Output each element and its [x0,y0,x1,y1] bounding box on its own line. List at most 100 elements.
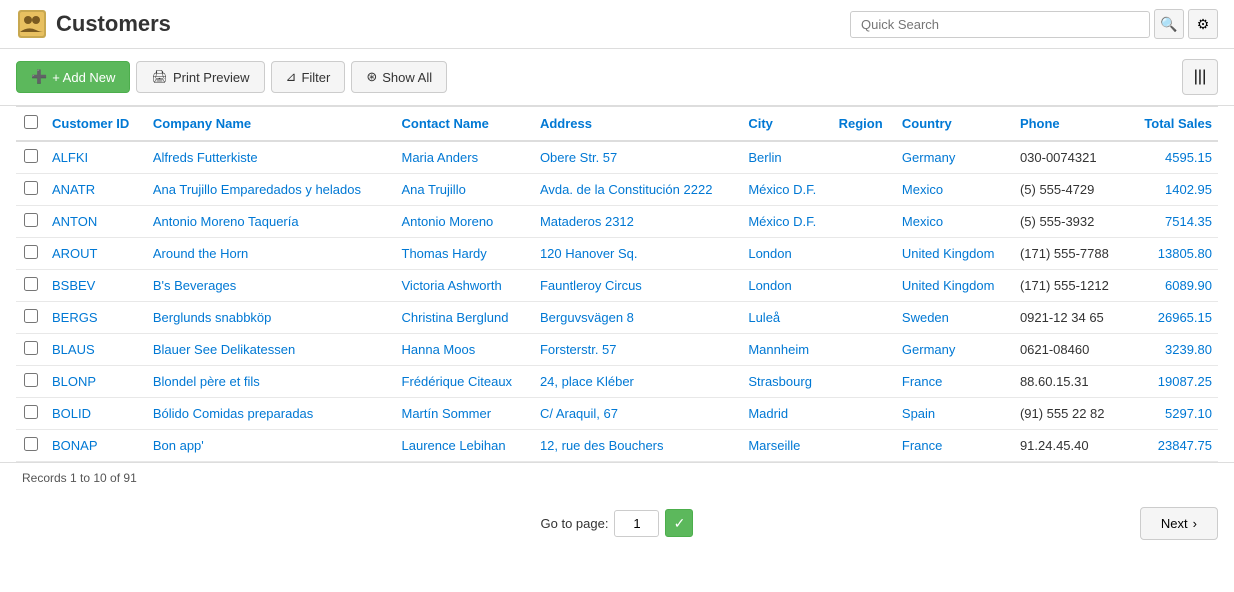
cell-customer-id[interactable]: BLAUS [46,334,147,366]
cell-total-sales: 6089.90 [1128,270,1218,302]
cell-country[interactable]: Germany [896,141,1014,174]
cell-contact-name[interactable]: Victoria Ashworth [396,270,534,302]
cell-contact-name[interactable]: Frédérique Citeaux [396,366,534,398]
cell-customer-id[interactable]: BONAP [46,430,147,462]
cell-region [833,366,896,398]
cell-city: London [742,238,832,270]
cell-company-name[interactable]: Berglunds snabbköp [147,302,396,334]
row-checkbox-cell[interactable] [16,302,46,334]
cell-address: Forsterstr. 57 [534,334,742,366]
settings-button[interactable]: ⚙ [1188,9,1218,39]
cell-company-name[interactable]: Antonio Moreno Taquería [147,206,396,238]
cell-customer-id[interactable]: ANATR [46,174,147,206]
row-checkbox[interactable] [24,405,38,419]
row-checkbox-cell[interactable] [16,206,46,238]
cell-address: C/ Araquil, 67 [534,398,742,430]
row-checkbox-cell[interactable] [16,366,46,398]
cell-company-name[interactable]: Bólido Comidas preparadas [147,398,396,430]
row-checkbox[interactable] [24,245,38,259]
cell-region [833,174,896,206]
add-new-button[interactable]: ➕ + Add New [16,61,130,93]
cell-country[interactable]: France [896,430,1014,462]
next-button[interactable]: Next › [1140,507,1218,540]
cell-total-sales: 7514.35 [1128,206,1218,238]
row-checkbox[interactable] [24,277,38,291]
cell-company-name[interactable]: Blauer See Delikatessen [147,334,396,366]
cell-address: 12, rue des Bouchers [534,430,742,462]
table-row: ANTON Antonio Moreno Taquería Antonio Mo… [16,206,1218,238]
cell-country[interactable]: Mexico [896,206,1014,238]
cell-total-sales: 3239.80 [1128,334,1218,366]
col-city[interactable]: City [742,107,832,142]
select-all-header[interactable] [16,107,46,142]
cell-contact-name[interactable]: Antonio Moreno [396,206,534,238]
cell-company-name[interactable]: Blondel père et fils [147,366,396,398]
cell-contact-name[interactable]: Maria Anders [396,141,534,174]
filter-button[interactable]: ⊿ Filter [271,61,346,93]
cell-customer-id[interactable]: BLONP [46,366,147,398]
cell-address: Berguvsvägen 8 [534,302,742,334]
go-button[interactable]: ✓ [665,509,693,537]
cell-country[interactable]: Sweden [896,302,1014,334]
cell-company-name[interactable]: Bon app' [147,430,396,462]
print-preview-button[interactable]: 🖨 Print Preview [136,61,264,93]
cell-city: México D.F. [742,174,832,206]
select-all-checkbox[interactable] [24,115,38,129]
show-all-button[interactable]: ⊛ Show All [351,61,447,93]
row-checkbox-cell[interactable] [16,430,46,462]
row-checkbox-cell[interactable] [16,398,46,430]
table-row: BLONP Blondel père et fils Frédérique Ci… [16,366,1218,398]
cell-company-name[interactable]: B's Beverages [147,270,396,302]
cell-contact-name[interactable]: Martín Sommer [396,398,534,430]
page-title: Customers [56,11,171,37]
cell-country[interactable]: United Kingdom [896,270,1014,302]
row-checkbox-cell[interactable] [16,270,46,302]
cell-customer-id[interactable]: AROUT [46,238,147,270]
row-checkbox[interactable] [24,341,38,355]
cell-company-name[interactable]: Alfreds Futterkiste [147,141,396,174]
col-contact-name[interactable]: Contact Name [396,107,534,142]
row-checkbox-cell[interactable] [16,334,46,366]
col-customer-id[interactable]: Customer ID [46,107,147,142]
cell-company-name[interactable]: Ana Trujillo Emparedados y helados [147,174,396,206]
page-input[interactable] [614,510,659,537]
cell-company-name[interactable]: Around the Horn [147,238,396,270]
col-region[interactable]: Region [833,107,896,142]
row-checkbox-cell[interactable] [16,238,46,270]
row-checkbox[interactable] [24,309,38,323]
cell-contact-name[interactable]: Laurence Lebihan [396,430,534,462]
col-total-sales[interactable]: Total Sales [1128,107,1218,142]
cell-contact-name[interactable]: Christina Berglund [396,302,534,334]
cell-country[interactable]: France [896,366,1014,398]
column-chooser-button[interactable]: ||| [1182,59,1218,95]
col-phone[interactable]: Phone [1014,107,1128,142]
col-address[interactable]: Address [534,107,742,142]
row-checkbox[interactable] [24,373,38,387]
cell-customer-id[interactable]: ANTON [46,206,147,238]
row-checkbox[interactable] [24,213,38,227]
cell-phone: 88.60.15.31 [1014,366,1128,398]
row-checkbox-cell[interactable] [16,141,46,174]
row-checkbox-cell[interactable] [16,174,46,206]
cell-country[interactable]: Mexico [896,174,1014,206]
search-input[interactable] [850,11,1150,38]
cell-customer-id[interactable]: BOLID [46,398,147,430]
cell-customer-id[interactable]: ALFKI [46,141,147,174]
cell-customer-id[interactable]: BERGS [46,302,147,334]
cell-country[interactable]: United Kingdom [896,238,1014,270]
cell-customer-id[interactable]: BSBEV [46,270,147,302]
row-checkbox[interactable] [24,149,38,163]
row-checkbox[interactable] [24,181,38,195]
cell-contact-name[interactable]: Ana Trujillo [396,174,534,206]
add-new-label: + Add New [52,70,115,85]
goto-page-area: Go to page: ✓ [541,509,694,537]
cell-contact-name[interactable]: Thomas Hardy [396,238,534,270]
col-company-name[interactable]: Company Name [147,107,396,142]
row-checkbox[interactable] [24,437,38,451]
col-country[interactable]: Country [896,107,1014,142]
cell-contact-name[interactable]: Hanna Moos [396,334,534,366]
search-button[interactable]: 🔍 [1154,9,1184,39]
customers-table: Customer ID Company Name Contact Name Ad… [16,106,1218,462]
cell-country[interactable]: Germany [896,334,1014,366]
cell-country[interactable]: Spain [896,398,1014,430]
